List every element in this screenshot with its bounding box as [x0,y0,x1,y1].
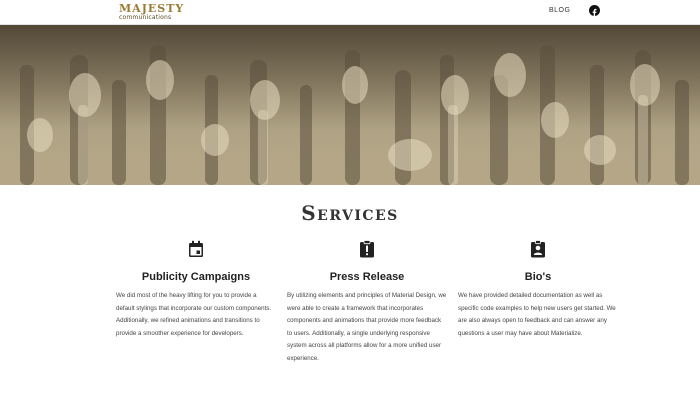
service-card-publicity: Publicity Campaigns We did most of the h… [116,240,276,340]
facebook-icon[interactable] [589,5,600,17]
alert-clipboard-icon [287,240,447,258]
logo[interactable]: MAJESTY communications [118,2,183,22]
service-card-bios: Bio's We have provided detailed document… [458,240,618,340]
service-description: We have provided detailed documentation … [458,292,616,337]
logo-tagline: communications [119,14,172,21]
service-description: By utilizing elements and principles of … [287,292,447,362]
service-card-press-release: Press Release By utilizing elements and … [287,240,447,365]
hero-crowd-image [0,25,700,185]
service-heading: Publicity Campaigns [141,271,251,283]
navbar: MAJESTY communications BLOG [0,0,700,25]
service-heading: Press Release [329,271,405,283]
calendar-icon [116,240,276,258]
service-description: We did most of the heavy lifting for you… [116,292,272,337]
services-title: Services [301,201,399,225]
contact-badge-icon [458,240,618,258]
service-heading: Bio's [524,271,552,283]
nav-link-blog[interactable]: BLOG [549,7,570,14]
